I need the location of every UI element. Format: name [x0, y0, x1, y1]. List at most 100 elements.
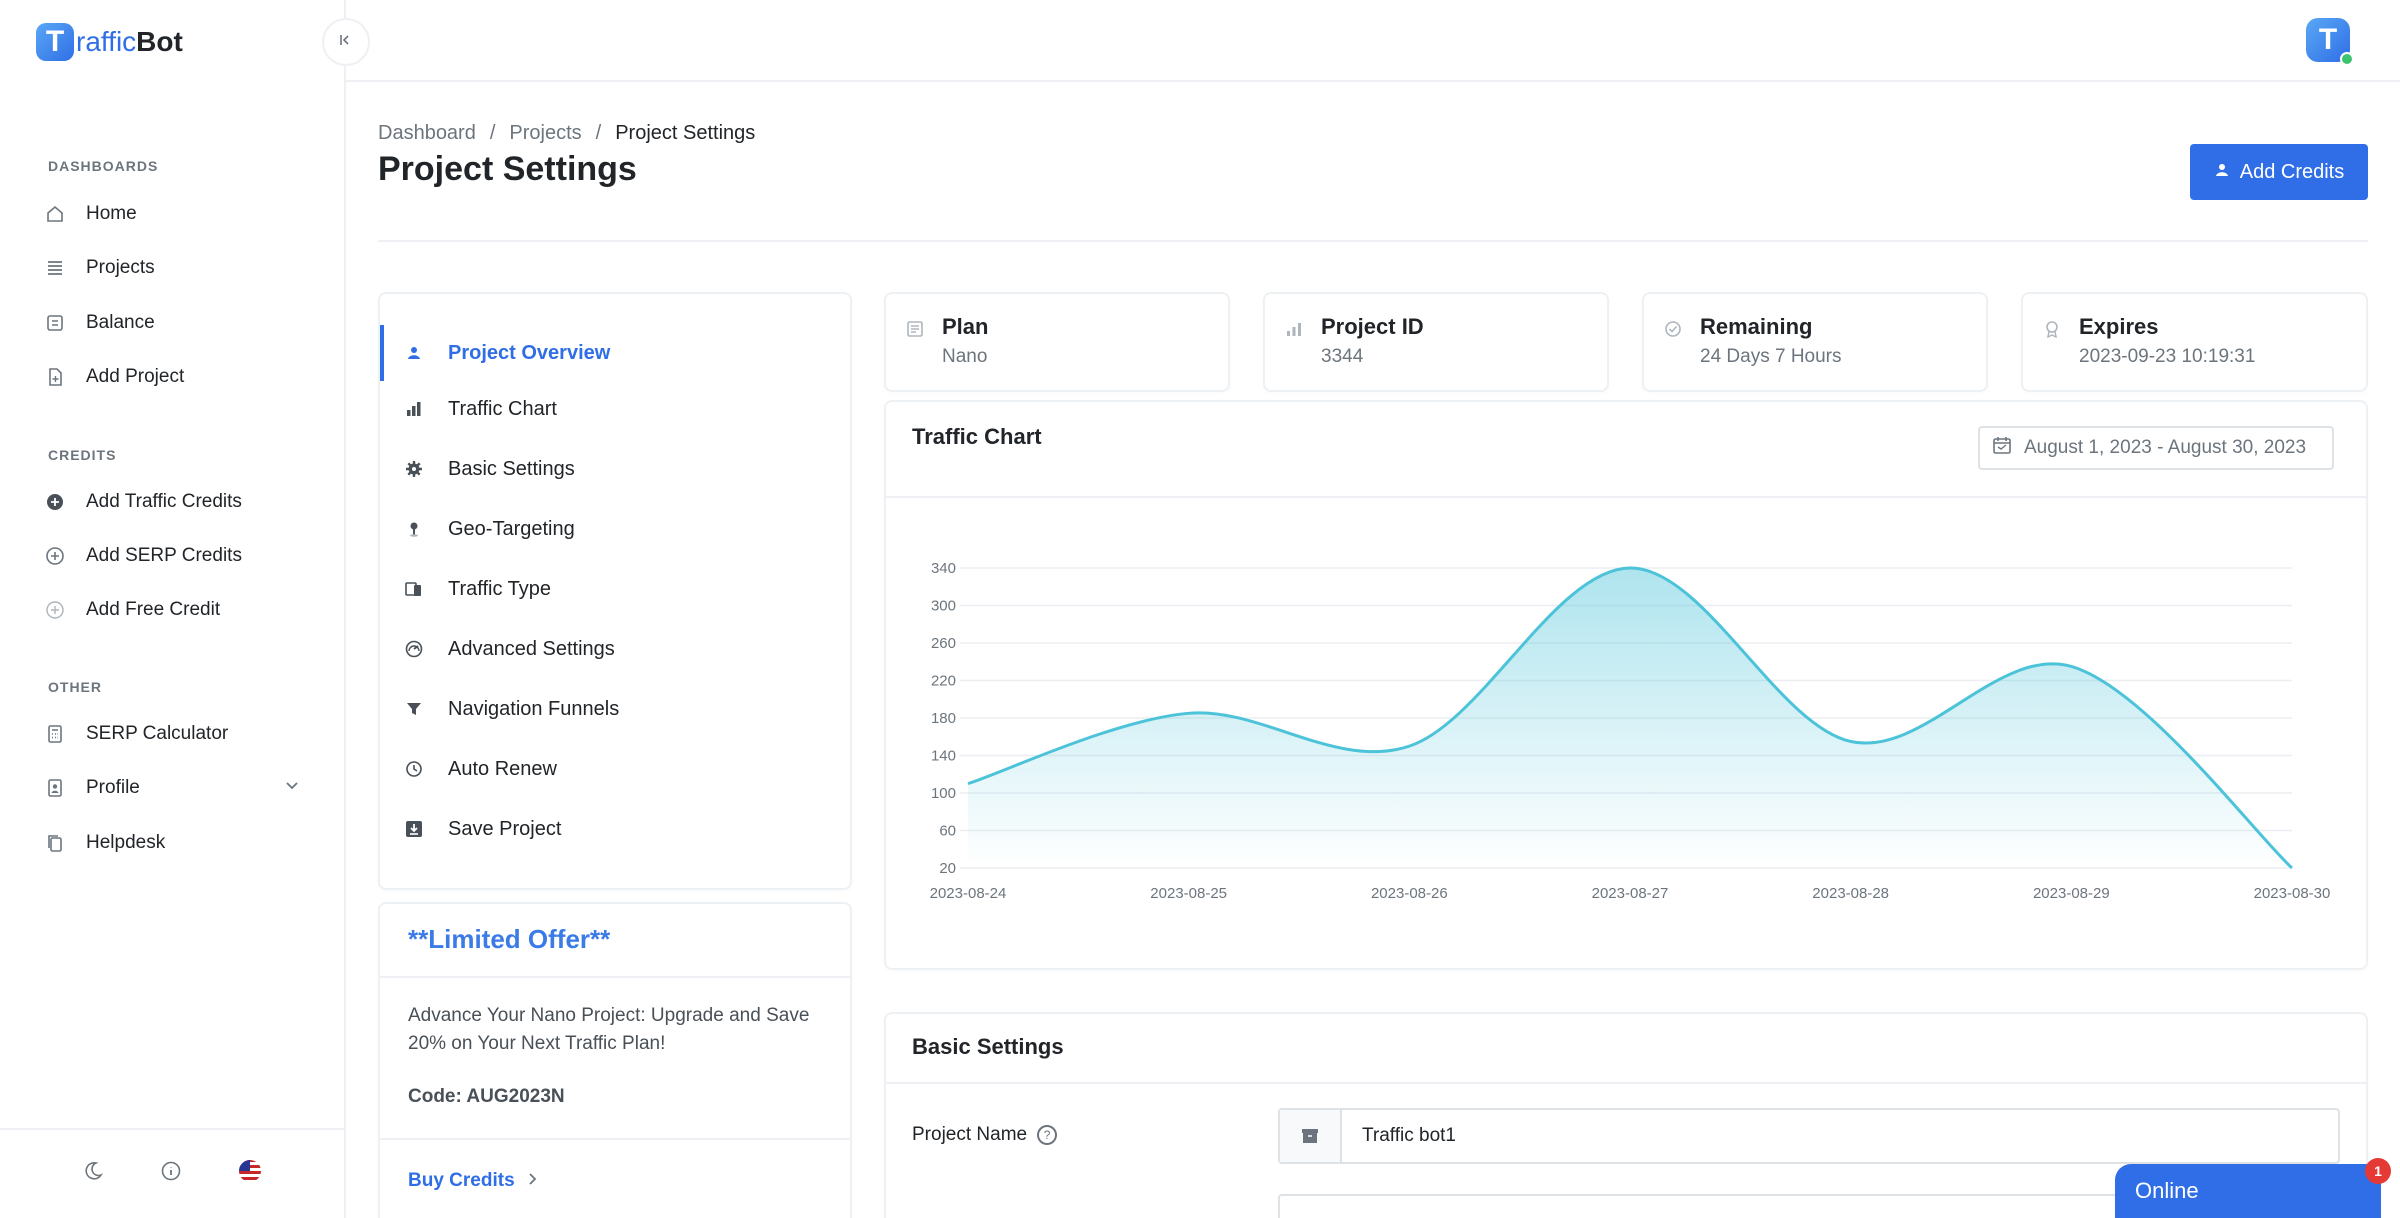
- sidebar-item-balance[interactable]: Balance: [44, 303, 155, 343]
- project-name-label: Project Name ?: [912, 1124, 1058, 1146]
- limited-offer-card: **Limited Offer** Advance Your Nano Proj…: [378, 902, 852, 1218]
- sidebar-item-add-project[interactable]: Add Project: [44, 357, 184, 397]
- calculator-icon: [44, 723, 66, 745]
- sidebar-item-add-traffic-credits[interactable]: Add Traffic Credits: [44, 482, 242, 522]
- sidebar-item-profile[interactable]: Profile: [44, 768, 300, 808]
- menu-advanced-settings[interactable]: Advanced Settings: [380, 621, 850, 677]
- location-pin-icon: [404, 519, 424, 539]
- page-title: Project Settings: [378, 150, 637, 188]
- theme-toggle-icon[interactable]: [82, 1160, 104, 1188]
- nav-section-other: OTHER: [48, 679, 102, 695]
- offer-divider: [380, 1138, 850, 1140]
- chat-notification-badge: 1: [2365, 1158, 2391, 1184]
- menu-label: Advanced Settings: [448, 637, 615, 660]
- menu-project-overview[interactable]: Project Overview: [380, 325, 850, 381]
- chat-widget[interactable]: Online 1: [2115, 1158, 2391, 1218]
- breadcrumb-dashboard[interactable]: Dashboard: [378, 122, 476, 145]
- date-range-picker[interactable]: August 1, 2023 - August 30, 2023: [1978, 426, 2334, 470]
- offer-text: Advance Your Nano Project: Upgrade and S…: [408, 1005, 810, 1054]
- collapse-sidebar-button[interactable]: [322, 18, 370, 66]
- info-label: Plan: [942, 314, 989, 339]
- menu-basic-settings[interactable]: Basic Settings: [380, 441, 850, 497]
- bar-chart-icon: [404, 399, 424, 419]
- menu-label: Traffic Type: [448, 577, 552, 600]
- settings-menu: Project Overview Traffic Chart Basic Set…: [378, 292, 852, 890]
- collapse-icon: [338, 31, 354, 54]
- x-tick-label: 2023-08-30: [2254, 885, 2331, 902]
- y-tick-label: 60: [939, 823, 956, 840]
- y-tick-label: 300: [931, 598, 956, 615]
- sidebar-item-label: Helpdesk: [86, 832, 166, 853]
- breadcrumb: Dashboard / Projects / Project Settings: [378, 122, 755, 145]
- y-tick-label: 260: [931, 635, 956, 652]
- menu-save-project[interactable]: Save Project: [380, 801, 850, 857]
- topbar: T: [346, 0, 2400, 82]
- menu-label: Navigation Funnels: [448, 697, 620, 720]
- chat-label: Online: [2135, 1178, 2199, 1203]
- info-card-plan: Plan Nano: [884, 292, 1230, 392]
- chevron-down-icon[interactable]: [284, 777, 300, 799]
- y-tick-label: 100: [931, 785, 956, 802]
- menu-label: Project Overview: [448, 341, 611, 364]
- logo-text: rafficBot: [76, 26, 183, 58]
- menu-navigation-funnels[interactable]: Navigation Funnels: [380, 681, 850, 737]
- sidebar-item-projects[interactable]: Projects: [44, 248, 155, 288]
- avatar-letter: T: [2318, 23, 2338, 56]
- menu-geo-targeting[interactable]: Geo-Targeting: [380, 501, 850, 557]
- menu-traffic-type[interactable]: Traffic Type: [380, 561, 850, 617]
- menu-label: Geo-Targeting: [448, 517, 575, 540]
- archive-icon: [1280, 1110, 1342, 1162]
- header-divider: [378, 240, 2368, 242]
- x-tick-label: 2023-08-29: [2033, 885, 2110, 902]
- gauge-icon: [404, 639, 424, 659]
- nav-section-dashboards: DASHBOARDS: [48, 158, 159, 174]
- info-value: 2023-09-23 10:19:31: [2079, 346, 2256, 367]
- traffic-chart-card: Traffic Chart August 1, 2023 - August 30…: [884, 400, 2368, 970]
- plan-icon: [906, 320, 924, 338]
- sidebar-item-helpdesk[interactable]: Helpdesk: [44, 823, 165, 863]
- sidebar-item-label: SERP Calculator: [86, 723, 229, 744]
- sidebar-item-home[interactable]: Home: [44, 194, 137, 234]
- basic-settings-divider: [886, 1082, 2366, 1084]
- sidebar-item-add-free-credit[interactable]: Add Free Credit: [44, 590, 220, 630]
- file-plus-icon: [44, 366, 66, 388]
- menu-traffic-chart[interactable]: Traffic Chart: [380, 381, 850, 437]
- sidebar-item-add-serp-credits[interactable]: Add SERP Credits: [44, 536, 242, 576]
- project-name-value: Traffic bot1: [1362, 1125, 1456, 1146]
- x-tick-label: 2023-08-24: [930, 885, 1007, 902]
- x-tick-label: 2023-08-28: [1812, 885, 1889, 902]
- wallet-icon: [44, 312, 66, 334]
- sidebar-item-label: Balance: [86, 312, 155, 333]
- menu-label: Auto Renew: [448, 757, 557, 780]
- offer-divider: [380, 976, 850, 978]
- project-name-field[interactable]: Traffic bot1: [1278, 1108, 2340, 1164]
- add-credits-button[interactable]: Add Credits: [2190, 144, 2368, 200]
- list-icon: [44, 257, 66, 279]
- sidebar-item-label: Add SERP Credits: [86, 545, 242, 566]
- nav-section-credits: CREDITS: [48, 447, 117, 463]
- menu-auto-renew[interactable]: Auto Renew: [380, 741, 850, 797]
- avatar[interactable]: T: [2306, 18, 2354, 66]
- user-card-icon: [44, 777, 66, 799]
- logo-text-b: Bot: [136, 26, 183, 57]
- y-tick-label: 220: [931, 673, 956, 690]
- logo-badge: T: [36, 23, 74, 61]
- help-icon[interactable]: ?: [1037, 1125, 1058, 1145]
- gear-icon: [404, 459, 424, 479]
- sidebar-item-serp-calculator[interactable]: SERP Calculator: [44, 714, 228, 754]
- us-flag-icon[interactable]: [238, 1159, 262, 1189]
- check-circle-icon: [1664, 320, 1682, 338]
- sidebar-item-label: Add Free Credit: [86, 599, 221, 620]
- buy-credits-link[interactable]: Buy Credits: [408, 1170, 538, 1192]
- app-logo[interactable]: T rafficBot: [36, 20, 183, 64]
- sidebar-item-label: Add Project: [86, 366, 185, 387]
- y-tick-label: 20: [939, 860, 956, 877]
- add-credits-label: Add Credits: [2239, 160, 2345, 183]
- breadcrumb-projects[interactable]: Projects: [509, 122, 581, 145]
- x-tick-label: 2023-08-25: [1150, 885, 1227, 902]
- info-card-remaining: Remaining 24 Days 7 Hours: [1642, 292, 1988, 392]
- menu-label: Basic Settings: [448, 457, 575, 480]
- devices-icon: [404, 579, 424, 599]
- info-icon[interactable]: [160, 1160, 182, 1188]
- offer-title: **Limited Offer**: [408, 924, 611, 954]
